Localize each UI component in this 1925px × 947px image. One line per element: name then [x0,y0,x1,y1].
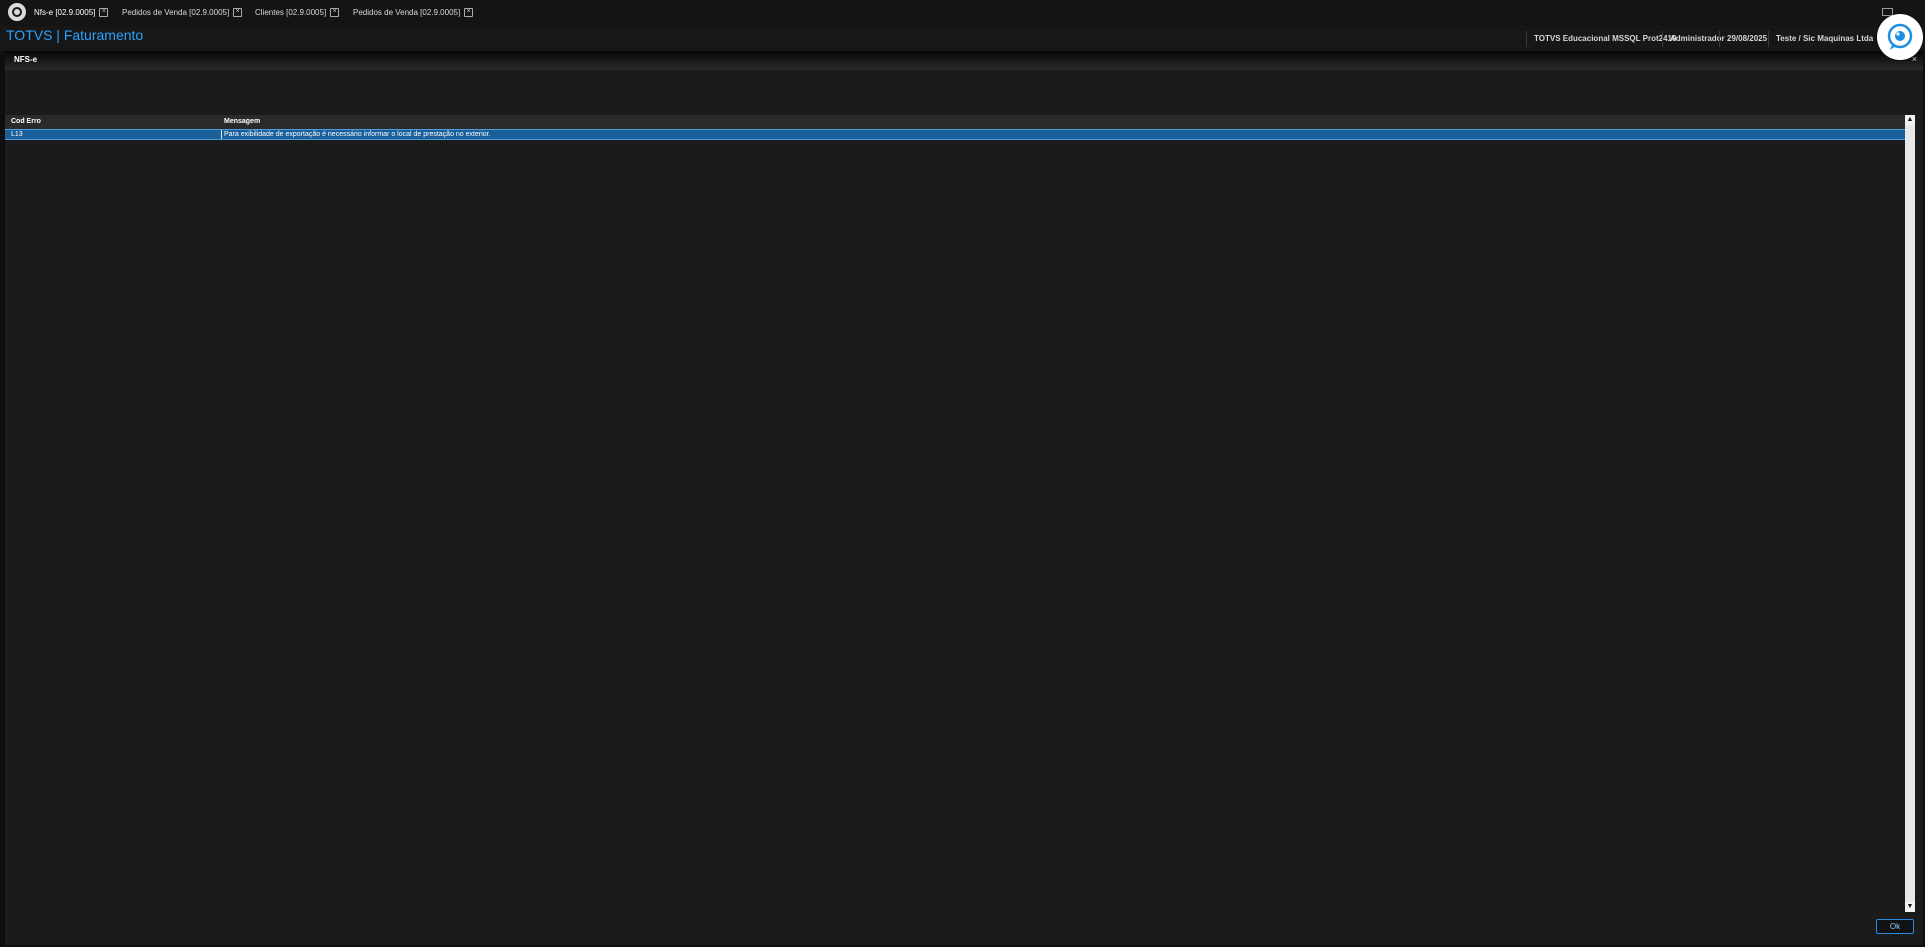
cell-divider [221,130,222,139]
tab-close-icon[interactable]: × [330,8,340,18]
cell-mensagem: Para exibilidade de exportação é necessá… [224,131,491,138]
vertical-scrollbar[interactable]: ▲ ▼ [1905,115,1915,912]
dialog-title: NFS-e [14,55,38,64]
cell-cod-erro: L13 [11,131,23,138]
totvs-logo-icon[interactable] [8,3,26,21]
dialog-titlebar: NFS-e × [5,51,1923,70]
grid-header: Cod Erro Mensagem [5,115,1905,129]
tab-label: Nfs-e [02.9.0005] [34,8,96,17]
tab-label: Clientes [02.9.0005] [255,8,327,17]
tab-close-icon[interactable]: × [99,8,109,18]
chat-bubble-icon [1887,23,1913,50]
tab-label: Pedidos de Venda [02.9.0005] [122,8,230,17]
date-info[interactable]: 29/08/2025 [1719,31,1767,47]
company-info[interactable]: Teste / Sic Maquinas Ltda [1768,31,1873,47]
app-header: TOTVS | Faturamento TOTVS Educacional MS… [0,26,1925,51]
tab-bar: Nfs-e [02.9.0005] × Pedidos de Venda [02.… [0,0,1925,27]
tab-pedidos-de-venda-2[interactable]: Pedidos de Venda [02.9.0005] × [353,3,474,23]
user-info[interactable]: Administrador [1662,31,1725,47]
tab-label: Pedidos de Venda [02.9.0005] [353,8,461,17]
environment-info[interactable]: TOTVS Educacional MSSQL Prot2410 [1526,31,1676,47]
scroll-up-icon[interactable]: ▲ [1905,115,1915,125]
tab-pedidos-de-venda[interactable]: Pedidos de Venda [02.9.0005] × [122,3,243,23]
app-title: TOTVS | Faturamento [6,27,144,43]
tab-clientes[interactable]: Clientes [02.9.0005] × [255,3,340,23]
ok-button[interactable]: Ok [1876,919,1914,934]
table-row[interactable]: L13 Para exibilidade de exportação é nec… [5,129,1905,140]
error-grid: Cod Erro Mensagem L13 Para exibilidade d… [5,115,1905,912]
scroll-down-icon[interactable]: ▼ [1905,902,1915,912]
chat-assistant-icon[interactable] [1877,14,1923,60]
tab-nfs-e[interactable]: Nfs-e [02.9.0005] × [34,3,109,23]
nfs-e-dialog: NFS-e × Cod Erro Mensagem L13 Para exibi… [5,51,1923,945]
tab-close-icon[interactable]: × [233,8,243,18]
column-header-cod-erro[interactable]: Cod Erro [11,118,41,125]
tab-close-icon[interactable]: × [464,8,474,18]
column-header-mensagem[interactable]: Mensagem [224,118,260,125]
